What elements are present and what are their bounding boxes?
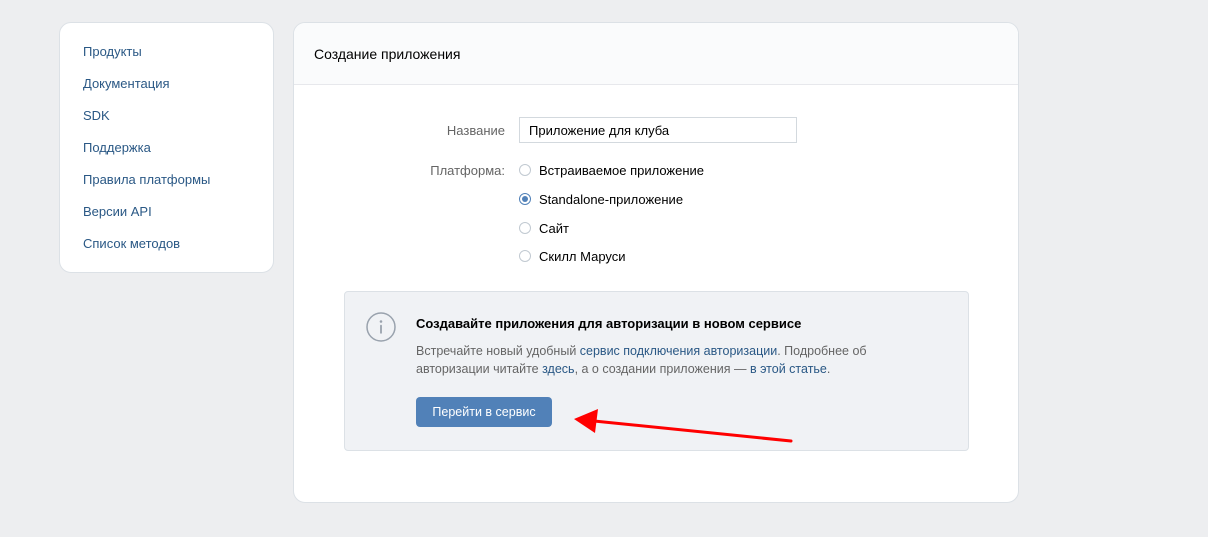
sidebar-item-methods-list[interactable]: Список методов: [60, 232, 273, 264]
platform-radio-site[interactable]: Сайт: [519, 219, 569, 237]
sidebar-item-support[interactable]: Поддержка: [60, 136, 273, 168]
radio-circle-icon: [519, 222, 531, 234]
sidebar-item-api-versions[interactable]: Версии API: [60, 200, 273, 232]
radio-circle-icon: [519, 250, 531, 262]
platform-radio-standalone[interactable]: Standalone-приложение: [519, 190, 683, 208]
sidebar: Продукты Документация SDK Поддержка Прав…: [59, 22, 274, 273]
info-text: Встречайте новый удобный сервис подключе…: [416, 344, 867, 376]
radio-checked-icon: [519, 193, 531, 205]
sidebar-item-products[interactable]: Продукты: [60, 40, 273, 72]
auth-service-link[interactable]: сервис подключения авторизации: [580, 344, 777, 358]
platform-option-label: Standalone-приложение: [539, 191, 684, 207]
platform-radio-marusia-skill[interactable]: Скилл Маруси: [519, 247, 626, 265]
name-label: Название: [446, 123, 505, 138]
platform-radio-embedded[interactable]: Встраиваемое приложение: [519, 161, 704, 179]
platform-label: Платформа:: [430, 163, 505, 178]
sidebar-item-platform-rules[interactable]: Правила платформы: [60, 168, 273, 200]
info-banner: Создавайте приложения для авторизации в …: [344, 291, 969, 451]
info-icon: [366, 312, 396, 342]
app-name-input[interactable]: [519, 117, 797, 143]
create-app-panel: Создание приложения Название Платформа: …: [293, 22, 1019, 503]
platform-option-label: Встраиваемое приложение: [539, 162, 705, 178]
info-title: Создавайте приложения для авторизации в …: [416, 316, 802, 331]
auth-docs-link[interactable]: здесь: [542, 362, 574, 376]
platform-option-label: Скилл Маруси: [539, 248, 626, 264]
sidebar-item-documentation[interactable]: Документация: [60, 72, 273, 104]
platform-option-label: Сайт: [539, 220, 569, 236]
sidebar-item-sdk[interactable]: SDK: [60, 104, 273, 136]
page-title: Создание приложения: [294, 23, 1018, 85]
radio-circle-icon: [519, 164, 531, 176]
go-to-service-button[interactable]: Перейти в сервис: [416, 397, 552, 427]
create-app-article-link[interactable]: в этой статье: [750, 362, 827, 376]
